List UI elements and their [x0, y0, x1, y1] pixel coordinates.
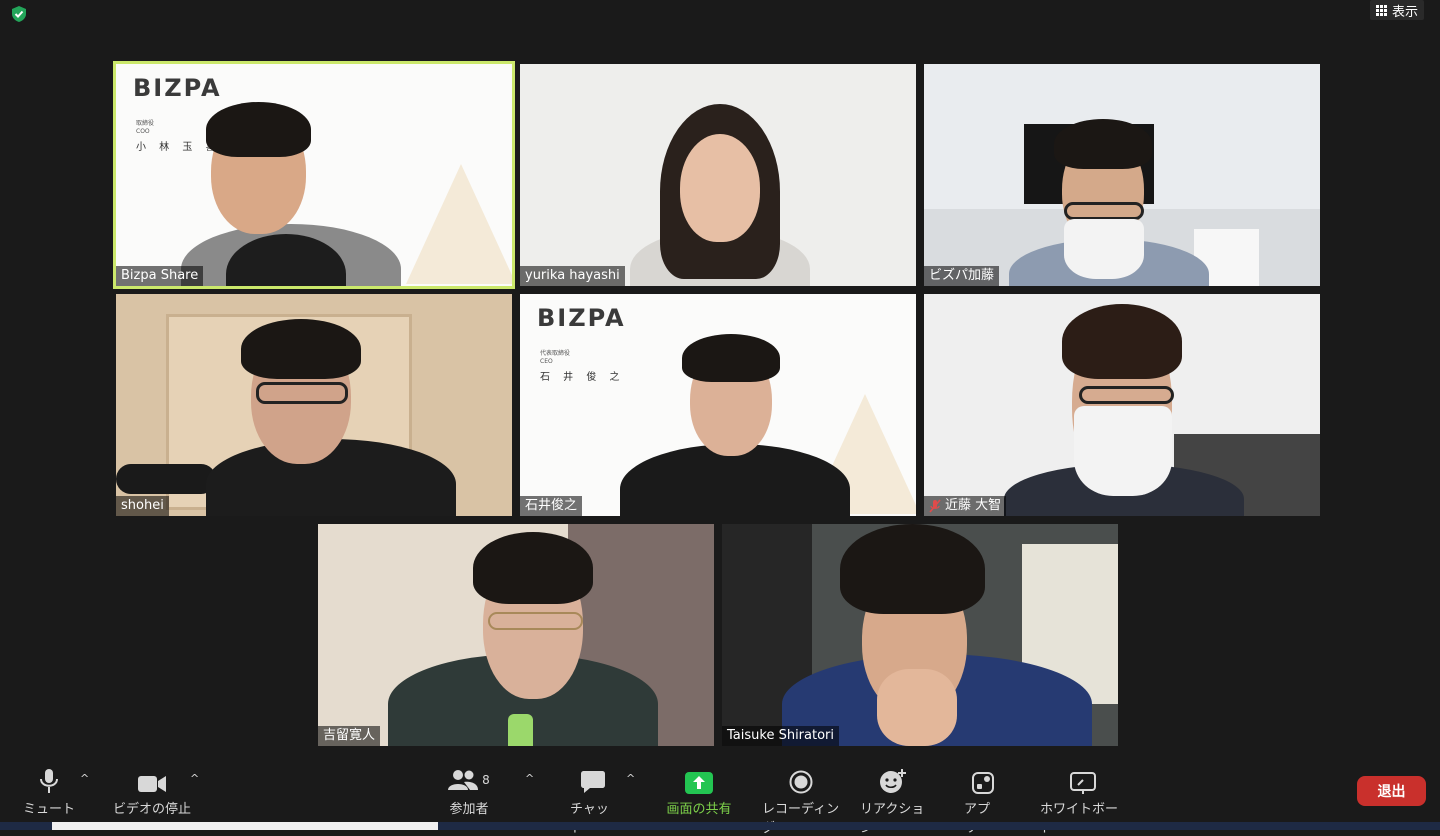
- participants-label: 参加者: [449, 802, 489, 817]
- record-icon: [789, 770, 813, 794]
- video-tile-yurika-hayashi[interactable]: yurika hayashi: [520, 64, 916, 286]
- participants-button[interactable]: 8 参加者: [444, 766, 494, 817]
- video-options-caret-icon[interactable]: ^: [190, 772, 199, 785]
- chat-bubble-icon: [581, 771, 605, 793]
- video-tile-kondo-daichi[interactable]: 近藤 大智: [924, 294, 1320, 516]
- share-screen-button[interactable]: 画面の共有: [662, 766, 736, 817]
- participant-name: ビズパ加藤: [924, 266, 1000, 286]
- chat-label: チャット: [570, 802, 609, 836]
- security-shield-icon[interactable]: [10, 5, 28, 23]
- participant-name-row: 近藤 大智: [924, 496, 1007, 516]
- video-camera-icon: [138, 776, 166, 792]
- share-screen-icon: [685, 772, 713, 794]
- meeting-toolbar: ミュート ^ ビデオの停止 ^ 8 参加者 ^ チャッ ^ 画面の共有 レコーデ…: [0, 758, 1440, 836]
- microphone-icon: [40, 769, 58, 793]
- mute-label: ミュート: [22, 802, 75, 817]
- bizpa-logo: BIZPA: [133, 74, 222, 102]
- participant-name: shohei: [116, 496, 169, 516]
- participant-name: 吉留寛人: [318, 726, 381, 746]
- mic-muted-icon: [929, 499, 941, 513]
- whiteboard-icon: [1070, 772, 1096, 794]
- view-label: 表示: [1391, 4, 1418, 20]
- view-button[interactable]: 表示: [1369, 0, 1424, 20]
- video-tile-shohei[interactable]: shohei: [116, 294, 512, 516]
- participant-name: 近藤 大智: [945, 498, 1002, 513]
- apps-label: アプリ: [964, 802, 991, 836]
- grid-view-icon: [1375, 4, 1387, 16]
- reactions-label: リアクション: [860, 802, 925, 836]
- apps-icon: [972, 772, 994, 794]
- chat-options-caret-icon[interactable]: ^: [626, 772, 635, 785]
- whiteboard-label: ホワイトボード: [1040, 802, 1119, 836]
- participant-name: 石井俊之: [520, 496, 583, 516]
- video-tile-bizpa-share[interactable]: BIZPA 取締役 COO 小 林 玉 喜 Bizpa Share: [113, 61, 515, 289]
- stop-video-label: ビデオの停止: [112, 802, 191, 817]
- participant-name: Bizpa Share: [116, 266, 204, 286]
- participants-icon: [448, 770, 479, 790]
- leave-meeting-button[interactable]: 退出: [1357, 776, 1426, 806]
- stop-video-button[interactable]: ビデオの停止: [112, 766, 192, 817]
- windows-taskbar: [0, 822, 1440, 830]
- participant-name: yurika hayashi: [520, 266, 625, 286]
- share-screen-label: 画面の共有: [666, 802, 732, 817]
- logo-role: CEO: [540, 358, 553, 365]
- video-tile-yoshidome-hiroto[interactable]: 吉留寛人: [318, 524, 714, 746]
- mute-button[interactable]: ミュート: [22, 766, 76, 817]
- audio-options-caret-icon[interactable]: ^: [80, 772, 89, 785]
- logo-person-name: 石 井 俊 之: [540, 372, 625, 383]
- participant-name: Taisuke Shiratori: [722, 726, 839, 746]
- taskbar-search-box[interactable]: [52, 822, 438, 830]
- participants-count: 8: [482, 773, 490, 787]
- bizpa-logo: BIZPA: [537, 304, 626, 332]
- emoji-reaction-icon: [880, 769, 906, 793]
- record-label: レコーディング: [762, 802, 840, 836]
- logo-role: COO: [136, 128, 150, 135]
- video-tile-taisuke-shiratori[interactable]: Taisuke Shiratori: [722, 524, 1118, 746]
- video-tile-bizpa-kato[interactable]: ビズパ加藤: [924, 64, 1320, 286]
- video-tile-ishii-toshiyuki[interactable]: BIZPA 代表取締役 CEO 石 井 俊 之 石井俊之: [520, 294, 916, 516]
- participants-options-caret-icon[interactable]: ^: [525, 772, 534, 785]
